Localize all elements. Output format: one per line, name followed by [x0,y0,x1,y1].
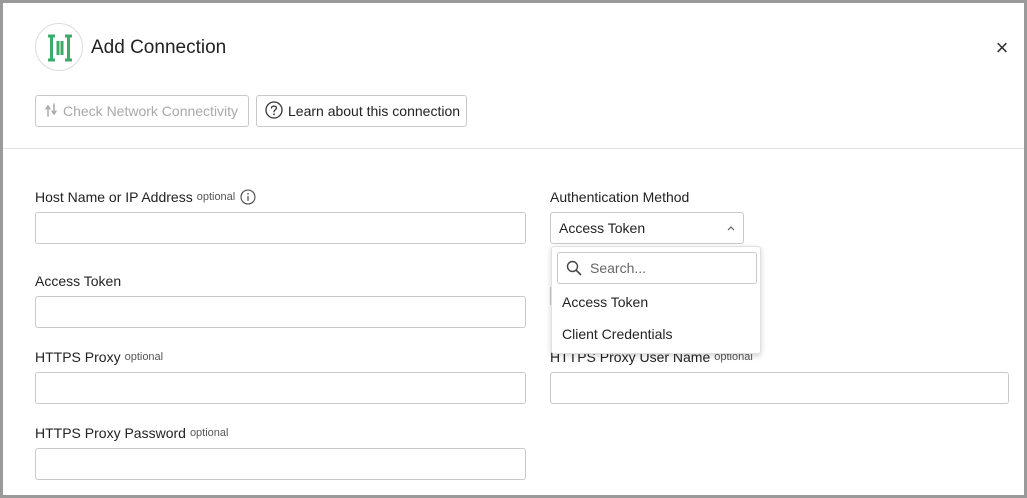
dropdown-option-client-credentials[interactable]: Client Credentials [552,319,760,349]
dropdown-option-access-token[interactable]: Access Token [552,287,760,317]
access-token-input[interactable] [35,296,526,328]
https-proxy-password-label-text: HTTPS Proxy Password [35,425,186,441]
dialog-frame: Add Connection × Check Network Connectiv… [0,0,1027,498]
host-name-optional-tag: optional [196,191,236,203]
https-proxy-password-input[interactable] [35,448,526,480]
check-network-connectivity-label: Check Network Connectivity [63,103,239,119]
network-check-icon [44,102,58,121]
auth-method-selected-value: Access Token [559,220,646,236]
access-token-label: Access Token [35,273,122,289]
chevron-up-icon [727,223,735,234]
host-name-input[interactable] [35,212,526,244]
dropdown-search-input[interactable] [590,260,750,276]
auth-method-dropdown: Access Token Client Credentials [551,246,761,354]
https-proxy-label-text: HTTPS Proxy [35,349,121,365]
https-proxy-optional-tag: optional [124,351,164,363]
https-proxy-password-optional-tag: optional [189,427,229,439]
https-proxy-password-label: HTTPS Proxy Password optional [35,425,228,441]
dropdown-search-box[interactable] [557,252,757,284]
dialog-header: Add Connection × Check Network Connectiv… [3,3,1024,149]
help-circle-icon [265,100,283,122]
connection-logo-icon [35,23,83,71]
info-icon[interactable] [240,189,256,205]
https-proxy-user-input[interactable] [550,372,1009,404]
host-name-label-text: Host Name or IP Address [35,189,193,205]
https-proxy-label: HTTPS Proxy optional [35,349,163,365]
close-icon[interactable]: × [991,37,1013,59]
check-network-connectivity-button[interactable]: Check Network Connectivity [35,95,249,127]
auth-method-select[interactable]: Access Token [550,212,744,244]
search-icon [566,260,582,276]
dialog-title: Add Connection [91,37,227,58]
auth-method-label: Authentication Method [550,189,690,205]
learn-about-connection-label: Learn about this connection [288,103,461,119]
host-name-label: Host Name or IP Address optional [35,189,256,205]
learn-about-connection-button[interactable]: Learn about this connection [256,95,467,127]
https-proxy-input[interactable] [35,372,526,404]
